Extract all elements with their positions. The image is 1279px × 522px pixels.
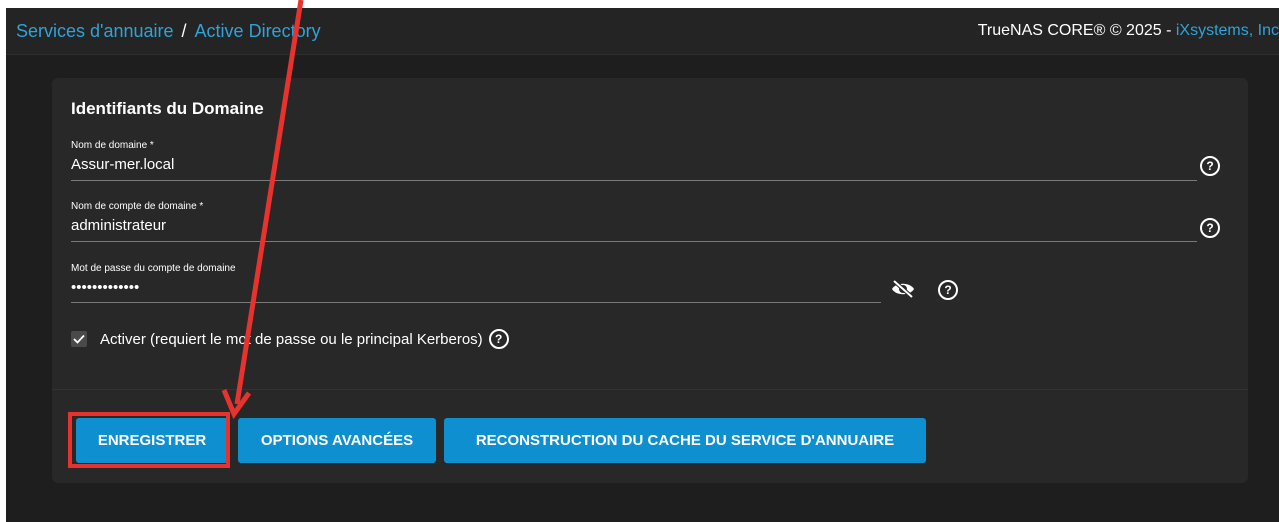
- breadcrumb-separator: /: [181, 21, 187, 41]
- help-icon[interactable]: ?: [1200, 218, 1220, 238]
- domain-name-underline: [71, 180, 1197, 181]
- password-field[interactable]: Mot de passe du compte de domaine ••••••…: [71, 263, 236, 296]
- rebuild-cache-button[interactable]: RECONSTRUCTION DU CACHE DU SERVICE D'ANN…: [444, 418, 926, 463]
- password-input[interactable]: •••••••••••••: [71, 279, 236, 296]
- eye-off-icon[interactable]: [890, 279, 916, 299]
- breadcrumb-link-directory-services[interactable]: Services d'annuaire: [16, 21, 174, 41]
- password-underline: [71, 302, 881, 303]
- copyright-notice: TrueNAS CORE® © 2025 - iXsystems, Inc: [978, 22, 1279, 40]
- domain-name-input[interactable]: Assur-mer.local: [71, 156, 174, 173]
- help-icon[interactable]: ?: [488, 329, 509, 349]
- page-header: Services d'annuaire / Active Directory Tru…: [6, 8, 1279, 55]
- breadcrumb: Services d'annuaire / Active Directory: [16, 21, 321, 42]
- help-icon[interactable]: ?: [1200, 156, 1220, 176]
- domain-name-label: Nom de domaine *: [71, 140, 154, 151]
- enable-checkbox[interactable]: [71, 331, 87, 347]
- domain-credentials-card: Identifiants du Domaine Nom de domaine *…: [52, 78, 1248, 483]
- breadcrumb-link-active-directory[interactable]: Active Directory: [195, 21, 321, 41]
- domain-name-field[interactable]: Nom de domaine * Assur-mer.local: [71, 140, 174, 173]
- card-divider: [52, 389, 1248, 390]
- copyright-text: TrueNAS CORE® © 2025 -: [977, 22, 1176, 39]
- password-label: Mot de passe du compte de domaine: [71, 263, 236, 274]
- account-name-underline: [71, 241, 1197, 242]
- enable-checkbox-label: Activer (requiert le mot de passe ou le …: [100, 330, 483, 348]
- enable-checkbox-row[interactable]: Activer (requiert le mot de passe ou le …: [71, 328, 509, 350]
- account-name-field[interactable]: Nom de compte de domaine * administrateu…: [71, 201, 203, 234]
- save-button-highlight-box: [68, 412, 230, 468]
- checkmark-icon: [73, 334, 85, 344]
- copyright-brand-link[interactable]: iXsystems, Inc: [1176, 22, 1279, 39]
- advanced-options-button[interactable]: OPTIONS AVANCÉES: [238, 418, 436, 463]
- help-icon[interactable]: ?: [938, 280, 958, 300]
- card-title: Identifiants du Domaine: [71, 99, 264, 118]
- account-name-input[interactable]: administrateur: [71, 217, 203, 234]
- account-name-label: Nom de compte de domaine *: [71, 201, 204, 212]
